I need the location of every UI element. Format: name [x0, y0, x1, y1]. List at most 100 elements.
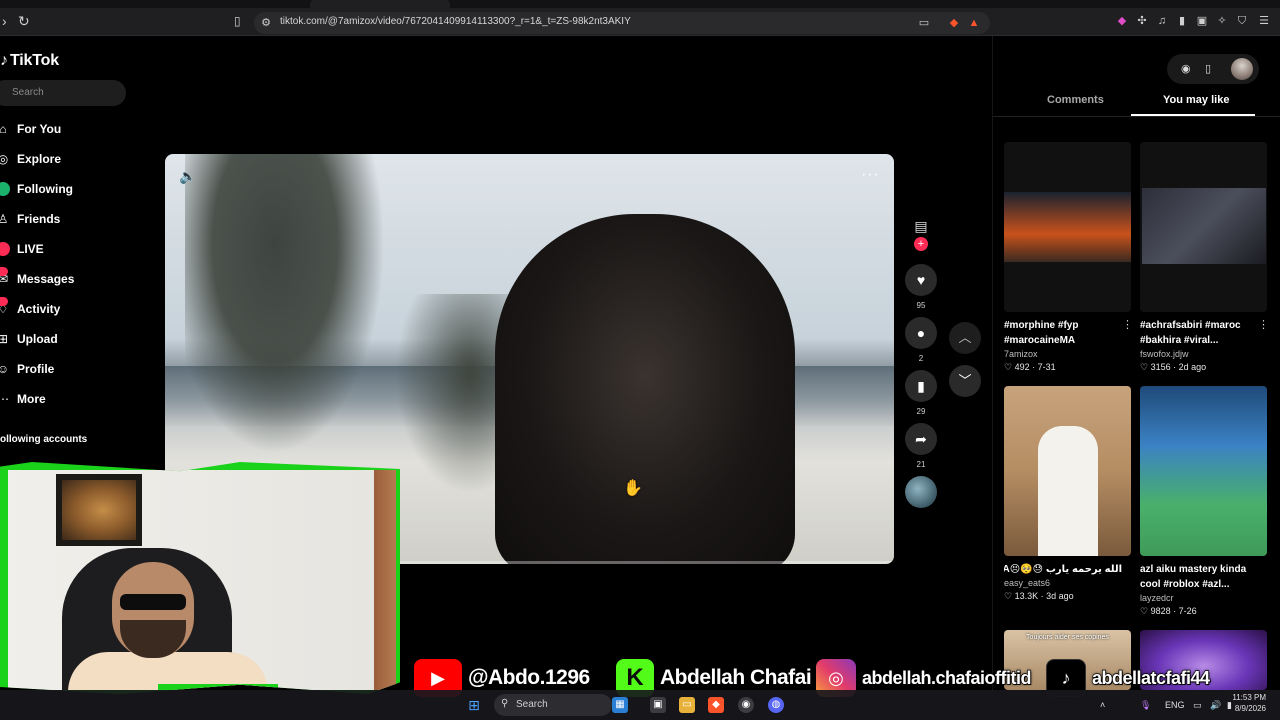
network-icon[interactable]: ▭ [1193, 700, 1202, 711]
card-menu-icon[interactable]: ⋮ [1122, 318, 1133, 331]
sidebar-item-messages[interactable]: ✉ Messages [0, 267, 75, 289]
brave-shield-icon[interactable]: ◆ [948, 17, 960, 29]
mouse-cursor-icon: ✋ [623, 480, 643, 497]
brave-browser-icon[interactable]: ◆ [708, 697, 724, 713]
card-meta: ♡ 3156 · 2d ago [1140, 362, 1207, 372]
sidebar-item-activity[interactable]: ♢ Activity [0, 297, 60, 319]
battery-icon[interactable]: ▮ [1227, 700, 1232, 711]
forward-icon[interactable]: › [2, 13, 7, 29]
thumbnail-image [1004, 192, 1131, 262]
sidebar-item-profile[interactable]: ☺ Profile [0, 359, 54, 379]
taskbar-search[interactable]: ⚲ Search [494, 694, 612, 716]
video-thumbnail[interactable] [1004, 386, 1131, 556]
device-icon[interactable]: ▯ [1205, 62, 1211, 75]
language-indicator[interactable]: ENG [1165, 700, 1185, 710]
heart-icon: ♥ [905, 264, 937, 296]
kick-handle-text: Abdellah Chafai [659, 665, 812, 689]
coin-icon[interactable]: ◉ [1181, 62, 1191, 75]
sidebar-item-live[interactable]: LIVE [0, 239, 44, 259]
follow-plus-icon[interactable]: + [914, 237, 928, 251]
thumbnail-image [1142, 188, 1266, 264]
card-likes: 492 [1014, 362, 1030, 372]
card-author[interactable]: layzedcr [1140, 593, 1267, 603]
sunglasses [120, 594, 186, 610]
video-thumbnail[interactable] [1140, 142, 1267, 312]
sidebar-icon[interactable]: ▮ [1176, 15, 1188, 27]
menu-icon[interactable]: ☰ [1258, 15, 1270, 27]
more-options-icon[interactable]: ··· [861, 166, 880, 184]
windows-start-icon[interactable]: ⊞ [466, 697, 482, 713]
discord-icon[interactable]: ◍ [768, 697, 784, 713]
creator-avatar[interactable]: ▤ + [905, 218, 937, 251]
recommended-video-card[interactable]: azl aiku mastery kinda cool #roblox #azl… [1140, 386, 1267, 617]
reload-icon[interactable]: ↻ [18, 13, 30, 30]
card-menu-icon[interactable]: ⋮ [1258, 318, 1269, 331]
tab-comments[interactable]: Comments [1047, 94, 1104, 106]
sidebar-item-for-you[interactable]: ⌂ For You [0, 119, 61, 139]
like-button[interactable]: ♥ 95 [905, 264, 937, 310]
card-caption: الله يرحمه يارب 😓🥺😣MA [1004, 564, 1122, 575]
extensions-icon[interactable]: ✣ [1136, 15, 1148, 27]
comment-count: 2 [918, 354, 924, 363]
task-view-icon[interactable]: ▣ [650, 697, 666, 713]
tab-you-may-like[interactable]: You may like [1163, 94, 1229, 106]
sidebar-item-following[interactable]: Following [0, 179, 73, 199]
card-author[interactable]: easy_eats6 [1004, 578, 1131, 588]
search-input[interactable]: Search [0, 80, 126, 106]
recommended-video-card[interactable]: ⋮ #achrafsabiri #maroc #bakhira #viral..… [1140, 142, 1269, 373]
card-author[interactable]: fswofox.jdjw [1140, 349, 1267, 359]
save-button[interactable]: ▮ 29 [905, 370, 937, 416]
search-placeholder: Search [12, 87, 44, 98]
wallet-icon[interactable]: ▣ [1196, 15, 1208, 27]
sidebar-item-upload[interactable]: ⊞ Upload [0, 329, 58, 349]
share-button[interactable]: ➦ 21 [905, 423, 937, 469]
music-icon[interactable]: ♫ [1156, 15, 1168, 27]
sidebar-item-label: Messages [17, 272, 75, 286]
leo-ai-icon[interactable]: ✧ [1216, 15, 1228, 27]
comment-icon: ● [905, 317, 937, 349]
system-clock[interactable]: 11:53 PM 8/9/2026 [1232, 690, 1266, 714]
card-date: 2d ago [1178, 362, 1207, 372]
tiktok-logo[interactable]: ♪ TikTok [0, 52, 59, 70]
chrome-icon[interactable]: ◉ [738, 697, 754, 713]
video-thumbnail[interactable] [1004, 142, 1131, 312]
wooden-shelf [374, 470, 396, 690]
site-info-icon[interactable]: ⚙ [260, 17, 272, 29]
card-author[interactable]: 7amizox [1004, 349, 1131, 359]
video-thumbnail[interactable] [1140, 386, 1267, 556]
video-palm [185, 154, 385, 454]
card-likes: 13.3K [1014, 591, 1039, 601]
volume-tray-icon[interactable]: 🔊 [1210, 700, 1221, 711]
active-tab[interactable] [310, 0, 450, 8]
address-bar[interactable]: ⚙ tiktok.com/@7amizox/video/767204140991… [254, 12, 990, 34]
previous-video-button[interactable]: ︿ [949, 322, 981, 354]
comment-button[interactable]: ● 2 [905, 317, 937, 363]
right-panel: ◉ ▯ Comments You may like ⋮ #morphine #f… [992, 36, 1280, 720]
music-disc[interactable] [905, 476, 937, 508]
widgets-icon[interactable]: ▦ [612, 697, 628, 713]
brave-rewards-icon[interactable]: ▲ [968, 17, 980, 29]
card-meta: ♡ 13.3K · 3d ago [1004, 591, 1074, 601]
bookmark-icon[interactable]: ▯ [234, 14, 241, 28]
lion-painting [56, 474, 142, 546]
recommended-video-card[interactable]: ⋮ #morphine #fyp #marocaineMA 7amizox ♡ … [1004, 142, 1133, 373]
url-text: tiktok.com/@7amizox/video/76720414099141… [280, 16, 631, 27]
extension-shield-icon[interactable]: ◆ [1116, 15, 1128, 27]
sidebar-item-label: LIVE [17, 242, 44, 256]
tiktok-sidebar: ♪ TikTok Search ⌂ For You ◎ Explore Foll… [0, 36, 150, 466]
user-avatar[interactable] [1231, 58, 1253, 80]
microphone-icon[interactable]: 🎙 [1140, 700, 1151, 711]
webcam-overlay [0, 462, 400, 694]
volume-icon[interactable]: 🔈 [179, 168, 196, 185]
cast-icon[interactable]: ▭ [918, 17, 930, 29]
vpn-icon[interactable]: ⛉ [1236, 15, 1248, 27]
file-explorer-icon[interactable]: ▭ [679, 697, 695, 713]
recommended-video-card[interactable]: الله يرحمه يارب 😓🥺😣MA easy_eats6 ♡ 13.3K… [1004, 386, 1131, 602]
instagram-handle-text: abdellah.chafaioffitid [861, 667, 1032, 688]
sidebar-item-more[interactable]: ⋯ More [0, 389, 46, 409]
next-video-button[interactable]: ﹀ [949, 365, 981, 397]
live-icon [0, 242, 10, 256]
sidebar-item-explore[interactable]: ◎ Explore [0, 149, 61, 169]
sidebar-item-friends[interactable]: ♙ Friends [0, 209, 60, 229]
tray-chevron-icon[interactable]: ˄ [1100, 700, 1105, 710]
